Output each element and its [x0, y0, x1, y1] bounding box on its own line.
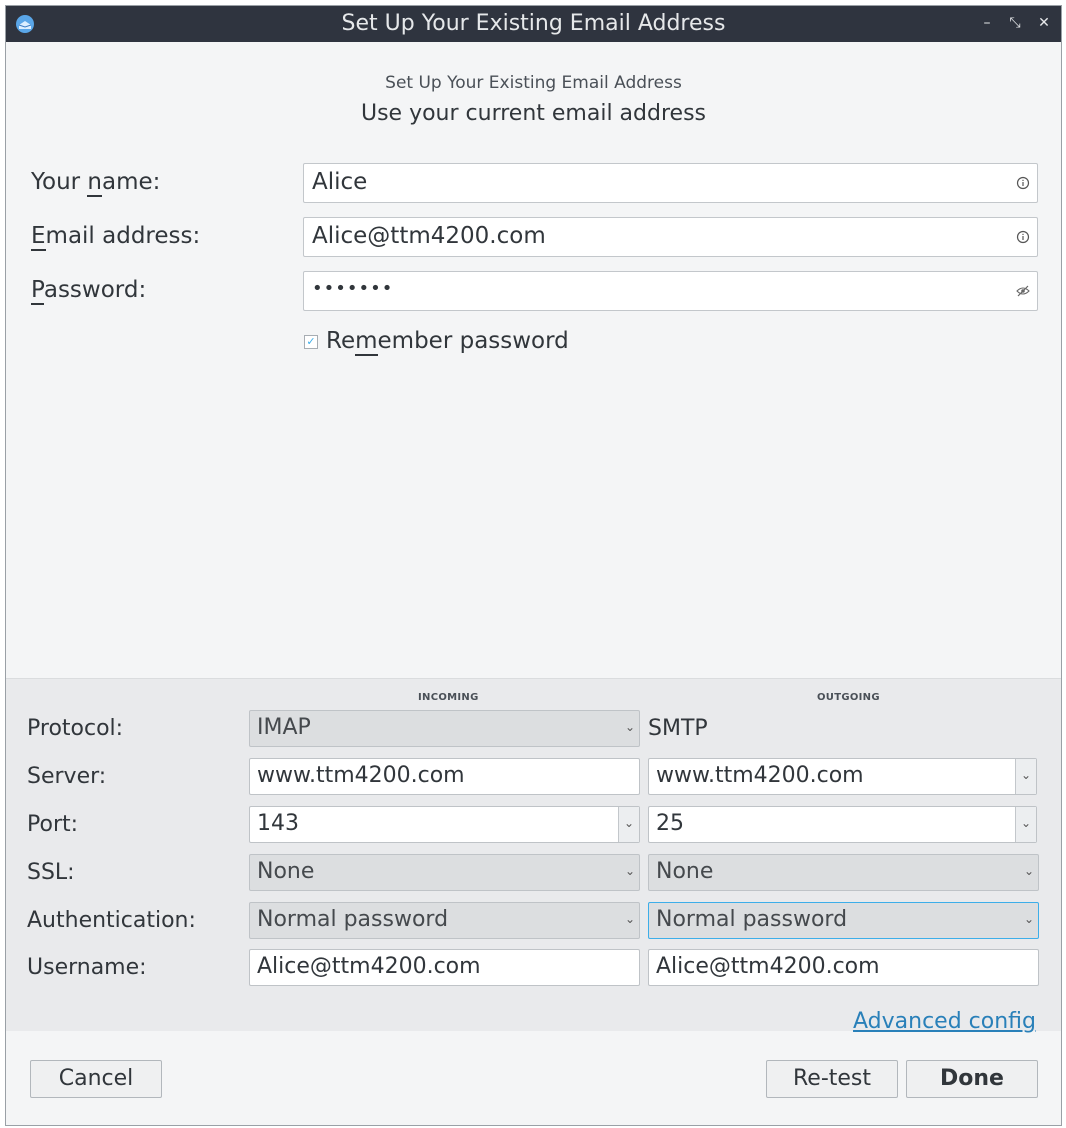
outgoing-username-field[interactable]: Alice@ttm4200.com — [648, 949, 1039, 986]
outgoing-server-value: www.ttm4200.com — [656, 763, 864, 788]
info-icon — [1016, 176, 1030, 190]
incoming-protocol-select[interactable]: IMAP ⌄ — [249, 710, 640, 747]
outgoing-port-dropdown[interactable]: ⌄ — [1015, 807, 1036, 842]
outgoing-server-dropdown[interactable]: ⌄ — [1015, 759, 1036, 794]
password-label: Password: — [31, 277, 147, 305]
outgoing-auth-select[interactable]: Normal password ⌄ — [648, 902, 1039, 939]
incoming-ssl-value: None — [257, 859, 315, 884]
email-address-label: Email address: — [31, 223, 201, 251]
port-label: Port: — [27, 812, 79, 837]
outgoing-username-value: Alice@ttm4200.com — [656, 954, 880, 979]
incoming-server-value: www.ttm4200.com — [257, 763, 465, 788]
outgoing-port-combobox[interactable]: 25 ⌄ — [648, 806, 1037, 843]
chevron-down-icon: ⌄ — [1021, 816, 1032, 830]
incoming-username-field[interactable]: Alice@ttm4200.com — [249, 949, 640, 986]
chevron-down-icon: ⌄ — [624, 912, 635, 926]
password-value: ••••••• — [312, 278, 394, 299]
title-bar: Set Up Your Existing Email Address – ⤡ ✕ — [6, 6, 1061, 42]
chevron-down-icon: ⌄ — [624, 864, 635, 878]
outgoing-ssl-select[interactable]: None ⌄ — [648, 854, 1039, 891]
password-field[interactable]: ••••••• — [303, 271, 1038, 311]
incoming-port-combobox[interactable]: 143 ⌄ — [249, 806, 640, 843]
setup-dialog: Set Up Your Existing Email Address – ⤡ ✕… — [5, 5, 1062, 1126]
incoming-header: INCOMING — [418, 692, 479, 703]
outgoing-header: OUTGOING — [817, 692, 880, 703]
remember-password-checkbox[interactable]: ✓ — [304, 335, 318, 349]
dialog-subtitle: Set Up Your Existing Email Address — [385, 73, 682, 93]
incoming-port-value: 143 — [257, 811, 299, 836]
outgoing-ssl-value: None — [656, 859, 714, 884]
window-title: Set Up Your Existing Email Address — [341, 11, 726, 36]
server-label: Server: — [27, 764, 107, 789]
incoming-port-dropdown[interactable]: ⌄ — [618, 807, 639, 842]
chevron-down-icon: ⌄ — [624, 816, 635, 830]
incoming-protocol-value: IMAP — [257, 715, 311, 740]
server-config-panel: INCOMING OUTGOING Protocol: IMAP ⌄ SMTP … — [6, 678, 1061, 1034]
your-name-field[interactable]: Alice — [303, 163, 1038, 203]
incoming-server-field[interactable]: www.ttm4200.com — [249, 758, 640, 795]
incoming-ssl-select[interactable]: None ⌄ — [249, 854, 640, 891]
close-button[interactable]: ✕ — [1035, 14, 1053, 32]
advanced-config-link[interactable]: Advanced config — [853, 1009, 1036, 1034]
ssl-label: SSL: — [27, 860, 75, 885]
restore-button[interactable]: ⤡ — [1006, 14, 1024, 32]
incoming-auth-select[interactable]: Normal password ⌄ — [249, 902, 640, 939]
chevron-down-icon: ⌄ — [1023, 912, 1034, 926]
dialog-heading: Use your current email address — [360, 101, 706, 126]
protocol-label: Protocol: — [27, 716, 124, 741]
chevron-down-icon: ⌄ — [1023, 864, 1034, 878]
remember-password-label: Remember password — [326, 328, 569, 356]
outgoing-protocol-value: SMTP — [648, 716, 708, 741]
info-icon — [1016, 230, 1030, 244]
username-label: Username: — [27, 955, 147, 980]
chevron-down-icon: ⌄ — [624, 720, 635, 734]
cancel-button[interactable]: Cancel — [30, 1060, 162, 1098]
your-name-value: Alice — [312, 169, 368, 195]
email-address-field[interactable]: Alice@ttm4200.com — [303, 217, 1038, 257]
retest-button[interactable]: Re-test — [766, 1060, 898, 1098]
minimize-button[interactable]: – — [978, 14, 996, 32]
done-button[interactable]: Done — [906, 1060, 1038, 1098]
incoming-username-value: Alice@ttm4200.com — [257, 954, 481, 979]
your-name-label: Your name: — [31, 169, 161, 197]
chevron-down-icon: ⌄ — [1021, 768, 1032, 782]
email-address-value: Alice@ttm4200.com — [312, 223, 546, 249]
authentication-label: Authentication: — [27, 908, 196, 933]
outgoing-port-value: 25 — [656, 811, 684, 836]
hide-password-icon[interactable] — [1016, 284, 1030, 298]
incoming-auth-value: Normal password — [257, 907, 449, 932]
outgoing-server-combobox[interactable]: www.ttm4200.com ⌄ — [648, 758, 1037, 795]
outgoing-auth-value: Normal password — [656, 907, 848, 932]
